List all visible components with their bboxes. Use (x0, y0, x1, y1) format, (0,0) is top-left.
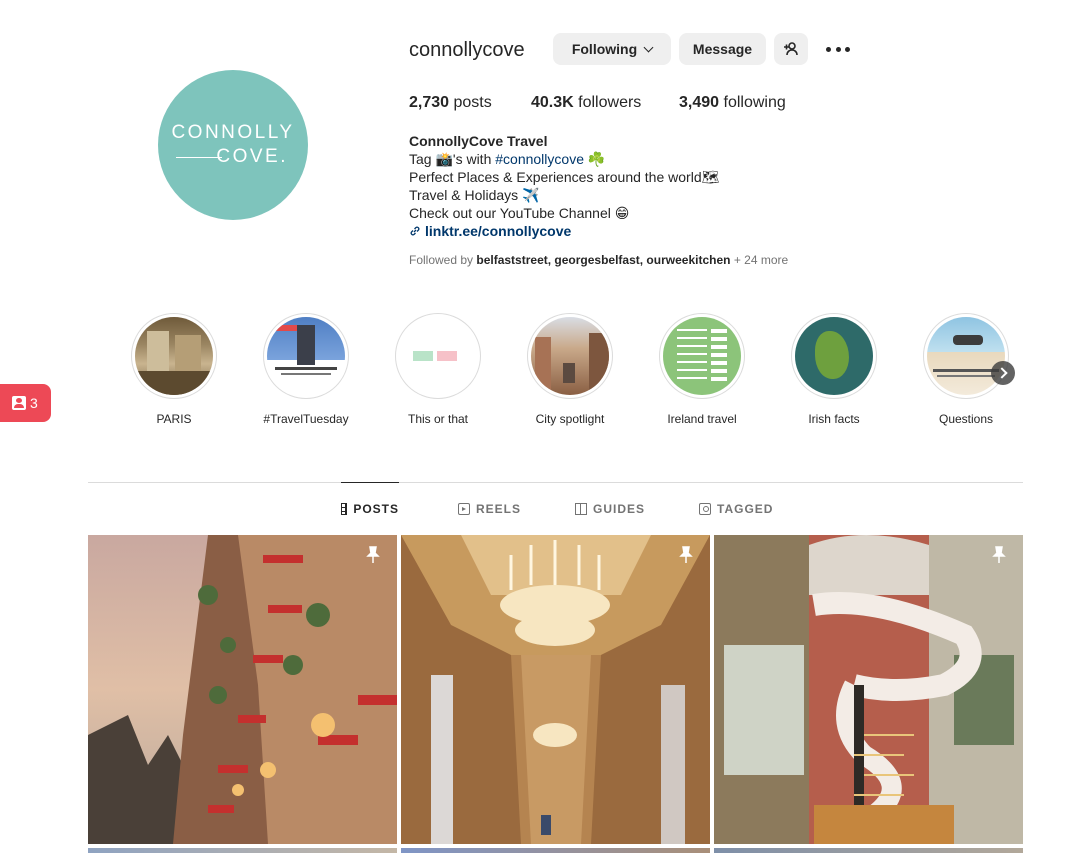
highlight-thumbnail (135, 317, 213, 395)
post-thumbnail[interactable] (401, 535, 710, 844)
highlight-thumbnail (663, 317, 741, 395)
followed-by-more: + 24 more (733, 253, 789, 267)
followers-stat[interactable]: 40.3K followers (531, 94, 641, 112)
bio-line-3: Travel & Holidays ✈️ (409, 187, 540, 203)
reels-icon (458, 502, 470, 515)
highlight-ring (263, 313, 349, 399)
highlight-traveltuesday[interactable]: #TravelTuesday (263, 313, 349, 426)
dot-icon (845, 46, 850, 52)
highlight-label: #TravelTuesday (263, 412, 349, 426)
post-thumbnail[interactable] (88, 848, 397, 853)
followed-by-prefix: Followed by (409, 253, 474, 267)
post-thumbnail[interactable] (88, 535, 397, 844)
message-button[interactable]: Message (679, 33, 766, 65)
tab-label: GUIDES (593, 501, 646, 516)
tab-label: TAGGED (717, 501, 774, 516)
followers-count: 40.3K (531, 94, 574, 111)
bio-line-2: Perfect Places & Experiences around the … (409, 169, 720, 185)
tabs-divider (88, 482, 1023, 483)
contact-card-icon (12, 396, 26, 410)
notification-badge[interactable]: 3 (0, 384, 51, 422)
highlight-label: Ireland travel (667, 412, 737, 426)
followed-by[interactable]: Followed by belfaststreet, georgesbelfas… (409, 253, 788, 267)
highlight-ring (923, 313, 1009, 399)
external-link-text: linktr.ee/connollycove (425, 223, 572, 239)
hashtag-link[interactable]: #connollycove (495, 151, 584, 167)
post-thumbnail[interactable] (714, 535, 1023, 844)
highlight-ring (131, 313, 217, 399)
highlight-ring (527, 313, 613, 399)
message-button-label: Message (692, 41, 753, 57)
pin-icon (366, 546, 380, 563)
highlights-next-button[interactable] (991, 361, 1015, 385)
post-image (401, 535, 710, 844)
followed-by-names: belfaststreet, georgesbelfast, ourweekit… (476, 253, 731, 267)
tab-guides[interactable]: GUIDES (575, 482, 645, 535)
highlight-label: City spotlight (535, 412, 605, 426)
posts-count: 2,730 (409, 94, 450, 111)
highlight-thumbnail (531, 317, 609, 395)
profile-avatar[interactable]: CONNOLLY COVE. (158, 70, 308, 220)
bio-line-1-emoji: ☘️ (583, 151, 606, 167)
post-thumbnail[interactable] (714, 848, 1023, 853)
dot-icon (835, 46, 841, 52)
tab-reels[interactable]: REELS (458, 482, 521, 535)
guides-icon (575, 502, 587, 515)
highlight-ring (395, 313, 481, 399)
avatar-text-line2: COVE. (216, 146, 288, 167)
pin-icon (679, 546, 693, 563)
avatar-text-line1: CONNOLLY (171, 122, 295, 143)
chevron-down-icon (643, 42, 654, 52)
dot-icon (826, 46, 831, 52)
suggest-users-button[interactable] (774, 33, 808, 65)
notification-count: 3 (30, 395, 38, 411)
bio-line-1: Tag 📸's with #connollycove ☘️ (409, 150, 829, 168)
profile-bio: ConnollyCove Travel Tag 📸's with #connol… (409, 132, 829, 240)
highlight-thumbnail (927, 317, 1005, 395)
following-button[interactable]: Following (553, 33, 671, 65)
highlight-ring (791, 313, 877, 399)
pin-icon (992, 546, 1006, 563)
profile-full-name: ConnollyCove Travel (409, 133, 548, 149)
profile-username: connollycove (409, 39, 525, 61)
highlight-ireland-travel[interactable]: Ireland travel (659, 313, 745, 426)
following-stat[interactable]: 3,490 following (679, 94, 786, 112)
tab-posts[interactable]: POSTS (341, 482, 399, 535)
posts-stat: 2,730 posts (409, 94, 492, 112)
following-button-label: Following (571, 41, 638, 57)
highlight-label: Questions (938, 412, 994, 426)
highlight-label: PARIS (156, 412, 192, 426)
highlight-thumbnail (267, 317, 345, 395)
highlight-label: This or that (407, 412, 469, 426)
posts-label: posts (453, 94, 492, 111)
tab-tagged[interactable]: TAGGED (699, 482, 773, 535)
tab-label: REELS (476, 501, 522, 516)
bio-line-4: Check out our YouTube Channel 😁 (409, 205, 630, 221)
highlight-thumbnail (795, 317, 873, 395)
highlight-this-or-that[interactable]: This or that (395, 313, 481, 426)
followers-label: followers (578, 94, 642, 111)
bio-line-1-text: Tag 📸's with (409, 151, 496, 167)
highlight-irish-facts[interactable]: Irish facts (791, 313, 877, 426)
post-thumbnail[interactable] (401, 848, 710, 853)
link-icon (410, 226, 420, 236)
highlight-city-spotlight[interactable]: City spotlight (527, 313, 613, 426)
grid-icon (341, 503, 348, 515)
highlight-paris[interactable]: PARIS (131, 313, 217, 426)
following-label: following (723, 94, 786, 111)
highlight-thumbnail (399, 317, 477, 395)
highlight-label: Irish facts (808, 412, 860, 426)
more-options-button[interactable] (826, 45, 850, 53)
bio-external-link[interactable]: linktr.ee/connollycove (409, 222, 829, 240)
post-image (714, 535, 1023, 844)
tagged-icon (699, 502, 711, 515)
following-count: 3,490 (679, 94, 720, 111)
add-user-icon (784, 42, 798, 56)
highlight-ring (659, 313, 745, 399)
tab-label: POSTS (353, 502, 399, 516)
post-image (88, 535, 397, 844)
